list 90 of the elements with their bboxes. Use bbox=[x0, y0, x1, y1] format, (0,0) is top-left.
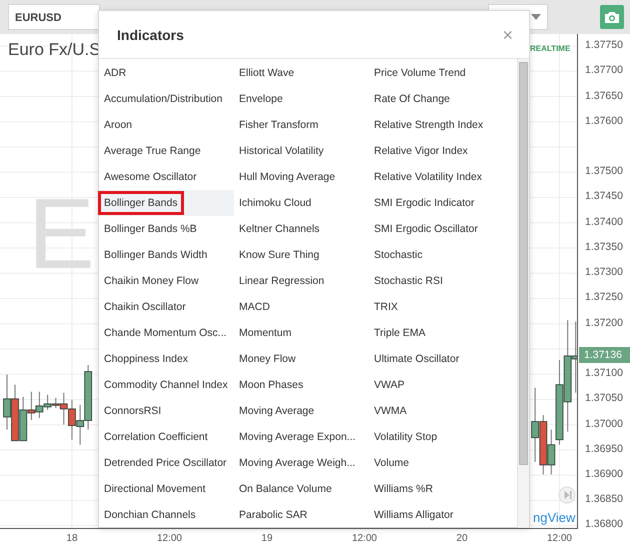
indicator-item[interactable]: ConnorsRSI bbox=[99, 398, 234, 424]
indicator-item[interactable]: Accumulation/Distribution bbox=[99, 86, 234, 112]
price-label: 1.37350 bbox=[584, 240, 623, 253]
indicator-item[interactable]: Volatility Stop bbox=[369, 424, 504, 450]
camera-icon bbox=[604, 10, 620, 24]
indicator-item[interactable]: SMI Ergodic Indicator bbox=[369, 190, 504, 216]
indicator-item[interactable]: Donchian Channels bbox=[99, 502, 234, 528]
indicator-item[interactable]: Historical Volatility bbox=[234, 138, 369, 164]
indicator-item[interactable]: Stochastic RSI bbox=[369, 268, 504, 294]
indicator-item[interactable]: Directional Movement bbox=[99, 476, 234, 502]
indicator-item[interactable]: VWMA bbox=[369, 398, 504, 424]
indicator-item[interactable]: Money Flow bbox=[234, 346, 369, 372]
indicator-item[interactable]: Triple EMA bbox=[369, 320, 504, 346]
indicator-item[interactable]: Momentum bbox=[234, 320, 369, 346]
time-label: 18 bbox=[65, 533, 79, 544]
indicator-item[interactable]: Chande Momentum Osc... bbox=[99, 320, 234, 346]
indicator-item[interactable]: Relative Volatility Index bbox=[369, 164, 504, 190]
symbol-field[interactable]: EURUSD bbox=[8, 4, 100, 30]
price-label: 1.37700 bbox=[584, 64, 623, 76]
skip-forward-icon[interactable] bbox=[558, 486, 576, 504]
time-label: 12:00 bbox=[156, 533, 183, 544]
price-label: 1.37300 bbox=[584, 266, 623, 278]
last-price-tag: 1.37136 bbox=[579, 347, 630, 363]
price-label: 1.37750 bbox=[584, 39, 623, 52]
indicator-item[interactable]: TRIX bbox=[369, 294, 504, 320]
indicator-item[interactable]: Stochastic bbox=[369, 242, 504, 268]
indicator-item[interactable]: Elliott Wave bbox=[234, 60, 369, 86]
indicator-item[interactable]: Relative Vigor Index bbox=[369, 138, 504, 164]
time-label: 12:00 bbox=[546, 533, 573, 544]
indicator-item[interactable]: Bollinger Bands Width bbox=[99, 242, 234, 268]
dialog-title: Indicators bbox=[117, 26, 184, 42]
indicator-item[interactable]: VWAP bbox=[369, 372, 504, 398]
price-label: 1.37250 bbox=[584, 291, 623, 304]
indicator-item[interactable]: Chaikin Money Flow bbox=[99, 268, 234, 294]
indicator-item[interactable]: Moon Phases bbox=[234, 372, 369, 398]
price-label: 1.37200 bbox=[584, 316, 623, 329]
indicator-item[interactable]: Choppiness Index bbox=[99, 346, 234, 372]
indicator-item[interactable]: MACD bbox=[234, 294, 369, 320]
indicator-item[interactable]: ADR bbox=[99, 60, 234, 86]
indicator-item[interactable]: Correlation Coefficient bbox=[99, 424, 234, 450]
indicator-item[interactable]: Ichimoku Cloud bbox=[234, 190, 369, 216]
price-label: 1.36850 bbox=[584, 493, 623, 506]
indicator-item[interactable]: Volume bbox=[369, 450, 504, 476]
price-label: 1.37100 bbox=[584, 367, 623, 380]
indicator-item[interactable]: Commodity Channel Index bbox=[99, 372, 234, 398]
indicator-item[interactable]: Ultimate Oscillator bbox=[369, 346, 504, 372]
indicator-item[interactable]: Parabolic SAR bbox=[234, 502, 369, 528]
time-label: 12:00 bbox=[350, 533, 378, 544]
price-label: 1.37000 bbox=[584, 418, 623, 430]
indicator-item[interactable]: Williams %R bbox=[369, 476, 504, 502]
price-label: 1.37050 bbox=[584, 392, 623, 404]
indicator-item[interactable]: Hull Moving Average bbox=[234, 164, 369, 190]
indicator-item[interactable]: Bollinger Bands %B bbox=[99, 216, 234, 242]
scrollbar-thumb[interactable] bbox=[519, 62, 528, 465]
indicator-item[interactable]: Know Sure Thing bbox=[234, 242, 369, 268]
price-label: 1.37600 bbox=[584, 114, 623, 127]
time-label: 20 bbox=[455, 533, 469, 544]
indicator-item[interactable]: Chaikin Oscillator bbox=[99, 294, 234, 320]
indicator-item[interactable]: Moving Average Weigh... bbox=[234, 450, 369, 476]
indicator-item[interactable]: Fisher Transform bbox=[234, 112, 369, 138]
price-label: 1.36950 bbox=[584, 442, 623, 455]
badge-label: REALTIME bbox=[530, 44, 570, 53]
price-label: 1.36800 bbox=[584, 518, 623, 530]
time-label: 19 bbox=[260, 533, 274, 544]
price-label: 1.37650 bbox=[584, 90, 623, 102]
logo-text[interactable]: ngView bbox=[533, 510, 576, 525]
price-label: 1.36900 bbox=[584, 468, 623, 480]
price-label: 1.37500 bbox=[584, 165, 623, 178]
indicator-item[interactable]: Price Volume Trend bbox=[369, 60, 504, 86]
indicator-item[interactable]: SMI Ergodic Oscillator bbox=[369, 216, 504, 242]
indicator-item[interactable]: Bollinger Bands bbox=[99, 190, 234, 216]
indicator-item[interactable]: Awesome Oscillator bbox=[99, 164, 234, 190]
indicator-item[interactable]: Moving Average bbox=[234, 398, 369, 424]
indicator-item[interactable]: Moving Average Expon... bbox=[234, 424, 369, 450]
indicator-item[interactable]: Linear Regression bbox=[234, 268, 369, 294]
price-label: 1.37450 bbox=[584, 190, 623, 202]
indicator-item[interactable]: Aroon bbox=[99, 112, 234, 138]
scrollbar[interactable] bbox=[517, 59, 529, 528]
indicator-item[interactable]: On Balance Volume bbox=[234, 476, 369, 502]
indicator-item[interactable]: Detrended Price Oscillator bbox=[99, 450, 234, 476]
camera-button[interactable] bbox=[600, 5, 624, 29]
caret-icon bbox=[531, 14, 541, 20]
indicator-item[interactable]: Rate Of Change bbox=[369, 86, 504, 112]
indicator-item[interactable]: Relative Strength Index bbox=[369, 112, 504, 138]
indicator-item[interactable]: Average True Range bbox=[99, 138, 234, 164]
indicator-item[interactable]: Williams Alligator bbox=[369, 502, 504, 528]
candle bbox=[539, 414, 548, 476]
indicator-item[interactable]: Envelope bbox=[234, 86, 369, 112]
price-label: 1.37400 bbox=[584, 216, 623, 228]
indicator-item[interactable]: Keltner Channels bbox=[234, 216, 369, 242]
